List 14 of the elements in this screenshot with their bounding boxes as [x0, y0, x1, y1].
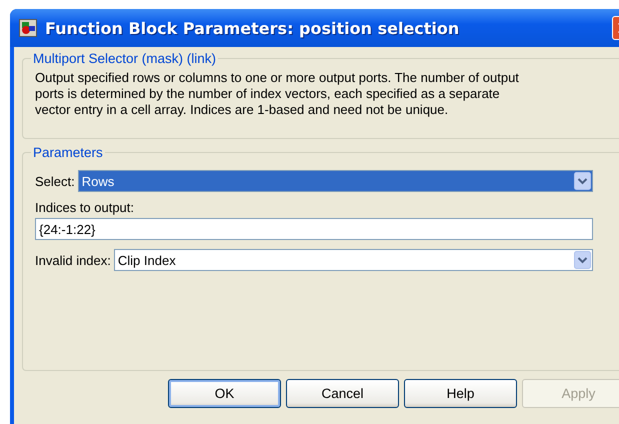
input-field[interactable]: {24:-1:22}: [35, 218, 593, 240]
field-label: Indices to output:: [35, 200, 136, 215]
dialog-button[interactable]: OK: [168, 379, 281, 408]
group-title: Multiport Selector (mask) (link): [32, 51, 218, 66]
description-text: Output specified rows or columns to one or more output ports. The number of output ports is determined by the number of index vectors, each specified as a separate vector entry in a cell array. Indices are 1-based and need not be unique.: [35, 70, 520, 118]
dropdown[interactable]: Clip Index: [114, 249, 593, 271]
field-label: Invalid index:: [35, 252, 111, 268]
dialog-button[interactable]: Help: [404, 379, 517, 408]
dropdown[interactable]: Rows: [78, 170, 593, 192]
field-label: Select:: [35, 174, 75, 188]
dialog-button[interactable]: Cancel: [286, 379, 399, 408]
window-title: Function Block Parameters: position selection: [45, 18, 460, 38]
group-title: Parameters: [32, 145, 104, 160]
block-diagram-icon: [19, 19, 37, 37]
